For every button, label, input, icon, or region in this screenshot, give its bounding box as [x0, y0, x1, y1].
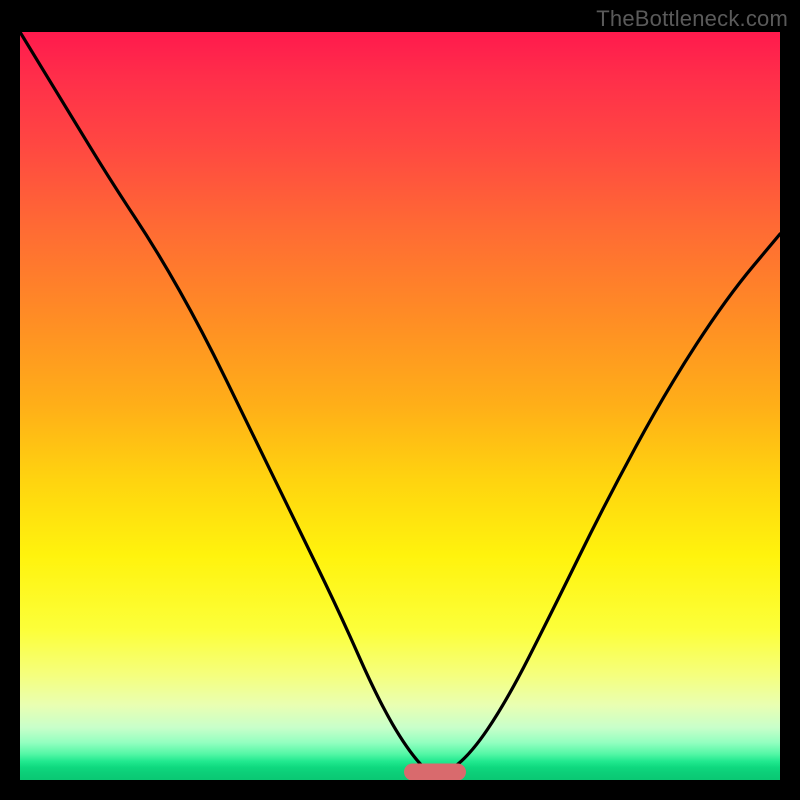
watermark-text: TheBottleneck.com: [596, 6, 788, 32]
optimum-marker: [404, 763, 466, 780]
bottleneck-curve-path: [20, 32, 780, 774]
plot-area: [20, 32, 780, 780]
curve-svg: [20, 32, 780, 780]
chart-frame: TheBottleneck.com: [0, 0, 800, 800]
